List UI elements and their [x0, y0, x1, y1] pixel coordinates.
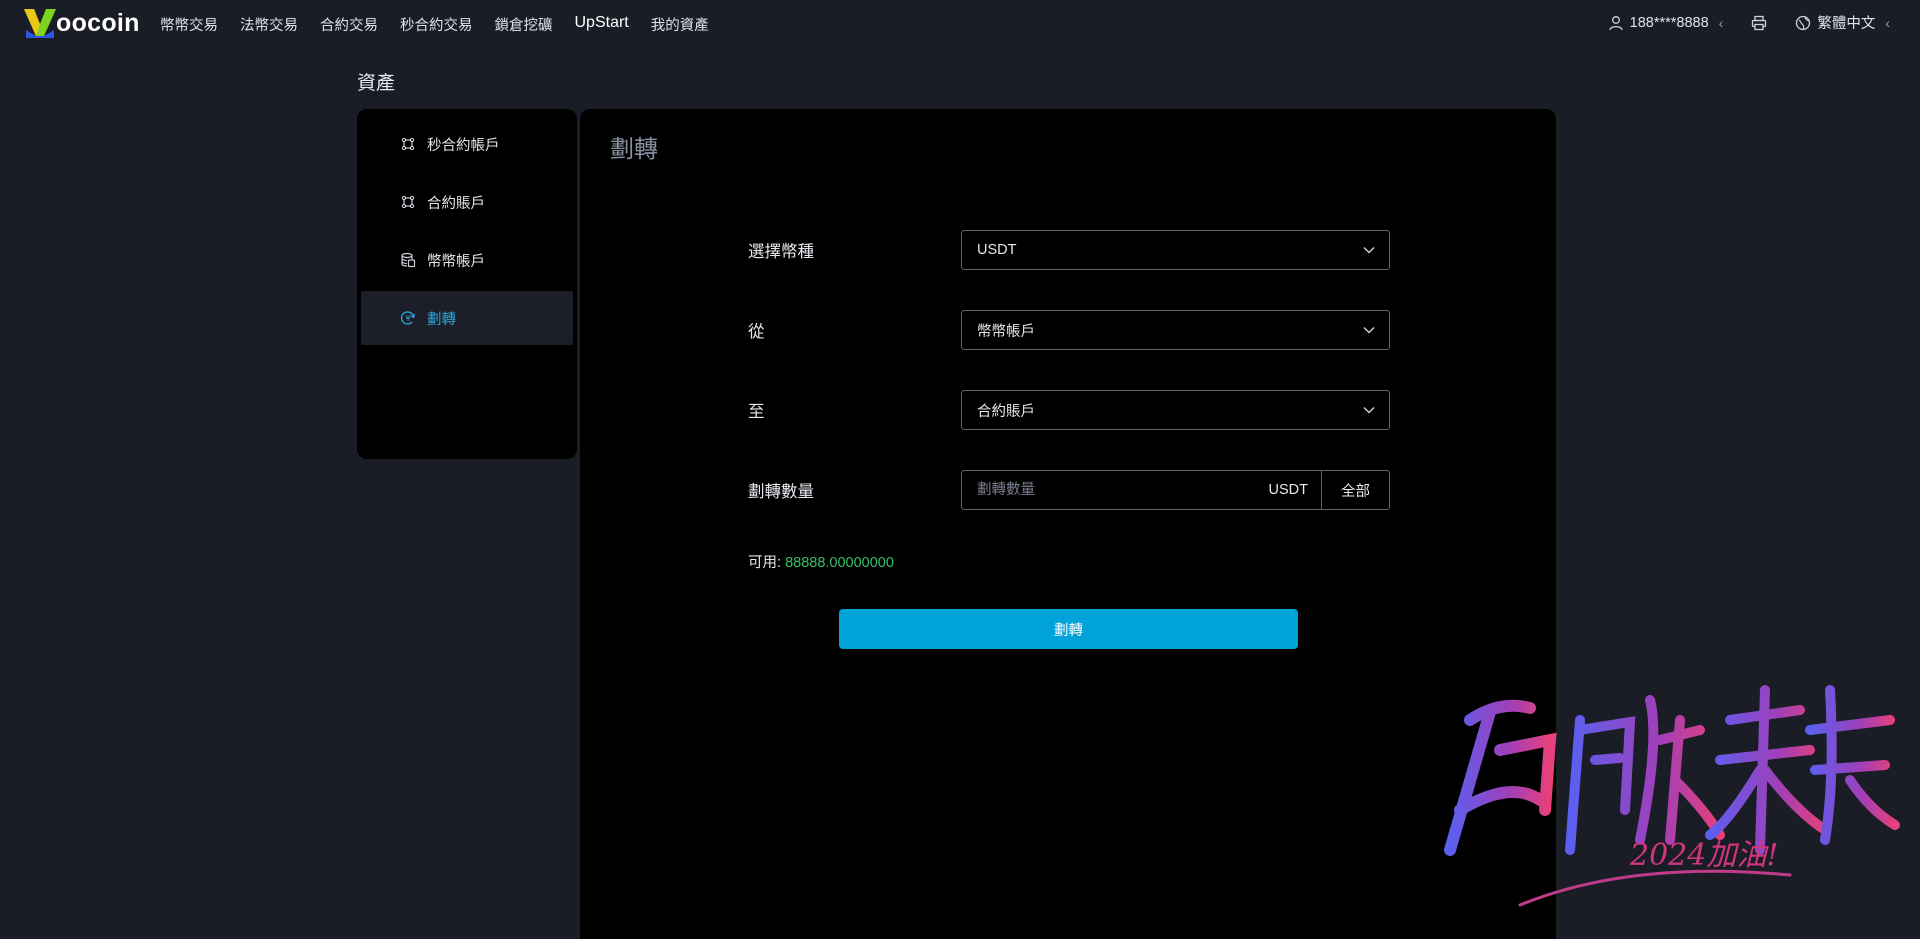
sidebar-item-label: 秒合約帳戶 — [427, 137, 500, 154]
to-account-value: 合約賬戶 — [977, 403, 1035, 420]
currency-row: 選擇幣種 USDT — [748, 230, 1390, 270]
printer-icon — [1752, 15, 1767, 30]
nav-right: 188****8888 ‹ 繁體中文 ‹ — [1608, 12, 1890, 33]
from-label: 從 — [748, 323, 765, 341]
nav-my-assets[interactable]: 我的資產 — [651, 14, 709, 35]
transfer-submit-button[interactable]: 劃轉 — [839, 609, 1298, 649]
sidebar-item-label: 劃轉 — [427, 311, 456, 328]
language-label: 繁體中文 — [1817, 16, 1876, 32]
chevron-left-icon: ‹ — [1718, 14, 1724, 31]
to-account-select[interactable]: 合約賬戶 — [961, 390, 1390, 430]
transfer-icon: ¥ — [399, 309, 417, 327]
globe-icon — [1796, 15, 1811, 30]
nav-second-contract[interactable]: 秒合約交易 — [400, 14, 473, 35]
from-account-select[interactable]: 幣幣帳戶 — [961, 310, 1390, 350]
contract-icon — [399, 193, 417, 211]
user-icon — [1608, 15, 1623, 30]
nav-staking-mining[interactable]: 鎖倉挖礦 — [495, 14, 553, 35]
brand-logo[interactable]: oocoin — [22, 6, 140, 40]
transfer-panel: 劃轉 選擇幣種 USDT 從 幣幣帳戶 至 合約賬戶 劃轉數量 劃轉數量 USD… — [580, 109, 1556, 939]
sidebar-item-label: 合約賬戶 — [427, 195, 485, 212]
currency-label: 選擇幣種 — [748, 243, 814, 261]
nav-upstart[interactable]: UpStart — [575, 14, 629, 35]
from-account-value: 幣幣帳戶 — [977, 323, 1035, 340]
logo-v-icon — [24, 9, 56, 38]
nav-spot-trading[interactable]: 幣幣交易 — [160, 14, 218, 35]
amount-input[interactable] — [962, 471, 1269, 509]
sidebar-item-transfer[interactable]: ¥ 劃轉 — [361, 291, 573, 345]
amount-unit: USDT — [1268, 482, 1308, 498]
available-label: 可用: — [748, 555, 782, 571]
coins-icon — [399, 251, 417, 269]
nav-fiat-trading[interactable]: 法幣交易 — [240, 14, 298, 35]
svg-text:¥: ¥ — [405, 314, 410, 323]
user-account: 188****8888 — [1629, 14, 1709, 31]
amount-field: USDT 全部 — [961, 470, 1390, 510]
sidebar-item-spot-account[interactable]: 幣幣帳戶 — [361, 233, 573, 287]
calligraphy-watermark: 2024加油! — [1430, 660, 1910, 920]
available-balance: 可用: 88888.00000000 — [748, 551, 894, 572]
to-row: 至 合約賬戶 — [748, 390, 1390, 430]
sidebar-item-label: 幣幣帳戶 — [427, 253, 485, 270]
watermark-subtext: 2024加油! — [1629, 838, 1778, 873]
top-navbar: oocoin 幣幣交易 法幣交易 合約交易 秒合約交易 鎖倉挖礦 UpStart… — [0, 0, 1920, 48]
user-menu[interactable]: 188****8888 ‹ — [1608, 14, 1724, 31]
currency-select[interactable]: USDT — [961, 230, 1390, 270]
panel-title: 劃轉 — [610, 136, 658, 163]
logo-text: oocoin — [56, 8, 140, 37]
amount-label: 劃轉數量 — [748, 483, 814, 501]
to-label: 至 — [748, 403, 765, 421]
download-app[interactable] — [1751, 15, 1767, 31]
contract-icon — [399, 135, 417, 153]
available-value: 88888.00000000 — [785, 555, 894, 571]
chevron-down-icon — [1363, 327, 1375, 334]
from-row: 從 幣幣帳戶 — [748, 310, 1390, 350]
currency-value: USDT — [977, 242, 1017, 258]
main-nav: 幣幣交易 法幣交易 合約交易 秒合約交易 鎖倉挖礦 UpStart 我的資產 — [160, 14, 731, 35]
chevron-left-icon: ‹ — [1885, 14, 1890, 31]
nav-contract-trading[interactable]: 合約交易 — [320, 14, 378, 35]
chevron-down-icon — [1363, 407, 1375, 414]
amount-row: 劃轉數量 USDT 全部 — [748, 470, 1390, 510]
page-scrollbar[interactable] — [1914, 0, 1920, 929]
sidebar-item-contract-account[interactable]: 合約賬戶 — [361, 175, 573, 229]
chevron-down-icon — [1363, 247, 1375, 254]
page-title: 資產 — [357, 73, 396, 94]
asset-sidebar: 秒合約帳戶 合約賬戶 幣幣帳戶 ¥ 劃轉 — [357, 109, 577, 459]
all-button[interactable]: 全部 — [1321, 471, 1389, 509]
language-selector[interactable]: 繁體中文 ‹ — [1795, 12, 1890, 33]
sidebar-item-second-contract-account[interactable]: 秒合約帳戶 — [361, 117, 573, 171]
